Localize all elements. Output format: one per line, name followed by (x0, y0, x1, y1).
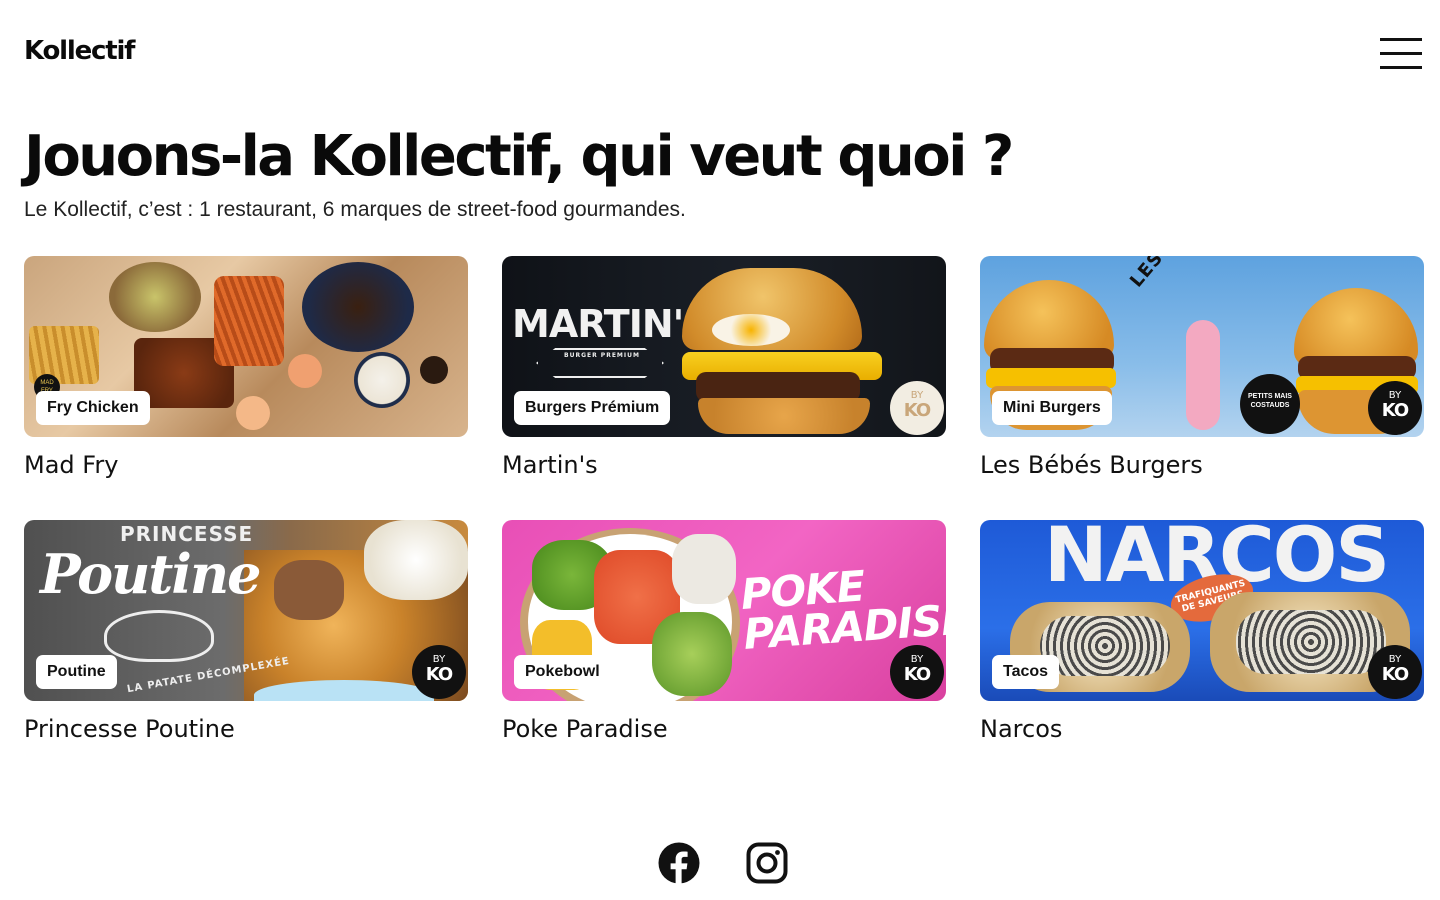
poutine-logo-text: Poutine (40, 542, 262, 606)
site-logo[interactable]: Kollectif (24, 36, 135, 66)
brand-name[interactable]: Poke Paradise (502, 715, 946, 743)
brand-name[interactable]: Martin's (502, 451, 946, 479)
brand-card-martins[interactable]: MARTIN'S BURGER PREMIUM BY KO Burgers Pré… (502, 256, 946, 479)
bebes-sticker: PETITS MAIS COSTAUDS (1240, 374, 1300, 434)
by-ko-badge: BY KO (890, 645, 944, 699)
brand-name[interactable]: Princesse Poutine (24, 715, 468, 743)
brand-card-princesse-poutine[interactable]: PRINCESSE Poutine LA PATATE DÉCOMPLEXÉE … (24, 520, 468, 743)
martins-logo-subtext: BURGER PREMIUM (564, 352, 640, 359)
brand-image-narcos: NARCOS TRAFIQUANTS DE SAVEURS BY KO Tacos (980, 520, 1424, 701)
poke-logo-text: POKE PARADISE (739, 561, 946, 659)
brand-image-princesse-poutine: PRINCESSE Poutine LA PATATE DÉCOMPLEXÉE … (24, 520, 468, 701)
brand-card-mad-fry[interactable]: MAD FRY Fry Chicken Mad Fry (24, 256, 468, 479)
hamburger-menu-icon[interactable] (1380, 36, 1422, 70)
facebook-icon[interactable] (658, 842, 700, 884)
brand-tag: Burgers Prémium (514, 391, 671, 425)
brand-tag: Tacos (992, 655, 1060, 689)
bebes-logo-text: LES BÉBÉS BURGERS (1126, 256, 1288, 291)
brand-tag: Poutine (36, 655, 117, 689)
by-ko-badge: BY KO (412, 645, 466, 699)
site-header: Kollectif (0, 0, 1440, 100)
brand-name[interactable]: Mad Fry (24, 451, 468, 479)
martins-logo-text: MARTIN'S (512, 302, 711, 346)
by-ko-badge: BY KO (1368, 381, 1422, 435)
page-title: Jouons-la Kollectif, qui veut quoi ? (24, 124, 1014, 189)
brand-tag: Mini Burgers (992, 391, 1112, 425)
brand-card-narcos[interactable]: NARCOS TRAFIQUANTS DE SAVEURS BY KO Tacos… (980, 520, 1424, 743)
brand-tag: Pokebowl (514, 655, 611, 689)
by-ko-badge: BY KO (1368, 645, 1422, 699)
by-ko-badge: BY KO (890, 381, 944, 435)
page-subtitle: Le Kollectif, c’est : 1 restaurant, 6 ma… (24, 198, 686, 221)
brand-tag: Fry Chicken (36, 391, 150, 425)
brand-image-mad-fry: MAD FRY Fry Chicken (24, 256, 468, 437)
brand-name[interactable]: Narcos (980, 715, 1424, 743)
brand-name[interactable]: Les Bébés Burgers (980, 451, 1424, 479)
brand-image-poke-paradise: POKE PARADISE BY KO Pokebowl (502, 520, 946, 701)
instagram-icon[interactable] (746, 842, 788, 884)
brand-image-martins: MARTIN'S BURGER PREMIUM BY KO Burgers Pré… (502, 256, 946, 437)
brand-card-poke-paradise[interactable]: POKE PARADISE BY KO Pokebowl Poke Paradis… (502, 520, 946, 743)
brand-image-les-bebes-burgers: LES BÉBÉS BURGERS PETITS MAIS COSTAUDS B… (980, 256, 1424, 437)
brand-card-les-bebes-burgers[interactable]: LES BÉBÉS BURGERS PETITS MAIS COSTAUDS B… (980, 256, 1424, 479)
